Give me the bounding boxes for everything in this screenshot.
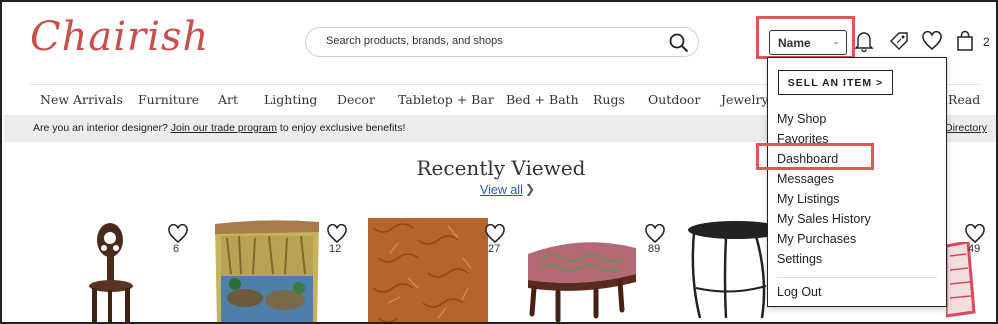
search-icon[interactable]	[668, 32, 690, 59]
nav-read[interactable]: Read	[948, 92, 980, 107]
bell-icon[interactable]	[854, 30, 874, 57]
heart-icon[interactable]	[644, 223, 666, 244]
menu-item-log-out[interactable]: Log Out	[777, 285, 821, 299]
highlight-box-dashboard	[756, 143, 874, 170]
favorite-count: 27	[488, 243, 501, 255]
menu-item-my-listings[interactable]: My Listings	[777, 192, 840, 206]
directory-link[interactable]: Directory	[945, 122, 987, 134]
promo-text-before: Are you an interior designer?	[33, 122, 171, 134]
menu-item-settings[interactable]: Settings	[777, 252, 822, 266]
product-image-chair[interactable]	[77, 218, 147, 324]
nav-outdoor[interactable]: Outdoor	[648, 92, 700, 107]
menu-item-my-purchases[interactable]: My Purchases	[777, 232, 856, 246]
nav-art[interactable]: Art	[218, 92, 238, 107]
product-image-fabric[interactable]	[368, 218, 488, 324]
nav-new-arrivals[interactable]: New Arrivals	[40, 92, 123, 107]
search-bar[interactable]	[305, 27, 699, 57]
trade-program-link[interactable]: Join our trade program	[171, 122, 277, 134]
favorite-count: 12	[329, 243, 342, 255]
favorite-count: 89	[648, 243, 661, 255]
product-image-duck-pillow[interactable]	[207, 218, 327, 324]
view-all-link[interactable]: View all	[480, 183, 523, 197]
favorite-count: 6	[173, 243, 180, 255]
chevron-right-icon: ❯	[525, 182, 536, 196]
heart-icon[interactable]	[326, 223, 348, 244]
product-card[interactable]	[207, 218, 327, 324]
heart-icon[interactable]	[964, 223, 986, 244]
heart-icon[interactable]	[484, 223, 506, 244]
product-card[interactable]	[77, 218, 147, 324]
menu-item-my-shop[interactable]: My Shop	[777, 112, 826, 126]
nav-decor[interactable]: Decor	[337, 92, 375, 107]
heart-icon[interactable]	[921, 30, 943, 57]
search-input[interactable]	[326, 35, 656, 47]
product-card[interactable]	[522, 230, 642, 324]
cart-count: 2	[983, 35, 990, 49]
favorite-count: 49	[968, 243, 981, 255]
account-dropdown-menu: SELL AN ITEM > My Shop Favorites Dashboa…	[767, 57, 947, 307]
menu-item-messages[interactable]: Messages	[777, 172, 834, 186]
sell-an-item-button[interactable]: SELL AN ITEM >	[778, 70, 893, 95]
product-image-nesting-tables[interactable]	[686, 218, 784, 324]
nav-furniture[interactable]: Furniture	[138, 92, 199, 107]
nav-bed-bath[interactable]: Bed + Bath	[506, 92, 579, 107]
shopping-bag-icon[interactable]	[955, 30, 975, 57]
menu-divider	[777, 277, 937, 278]
promo-text-after: to enjoy exclusive benefits!	[276, 122, 406, 134]
page-frame: Chairish Name ⌄ 2 New Arrivals Furniture…	[0, 0, 998, 324]
nav-lighting[interactable]: Lighting	[264, 92, 317, 107]
nav-rugs[interactable]: Rugs	[593, 92, 625, 107]
nav-tabletop-bar[interactable]: Tabletop + Bar	[398, 92, 494, 107]
promo-text: Are you an interior designer? Join our t…	[33, 122, 405, 134]
product-image-ottoman[interactable]	[522, 230, 642, 324]
product-card[interactable]	[368, 218, 488, 324]
product-card[interactable]	[686, 218, 784, 324]
heart-icon[interactable]	[167, 223, 189, 244]
chairish-logo[interactable]: Chairish	[30, 14, 209, 60]
menu-item-my-sales-history[interactable]: My Sales History	[777, 212, 871, 226]
highlight-box-account	[756, 16, 855, 59]
tag-icon[interactable]	[888, 30, 910, 57]
nav-jewelry[interactable]: Jewelry	[721, 92, 769, 107]
